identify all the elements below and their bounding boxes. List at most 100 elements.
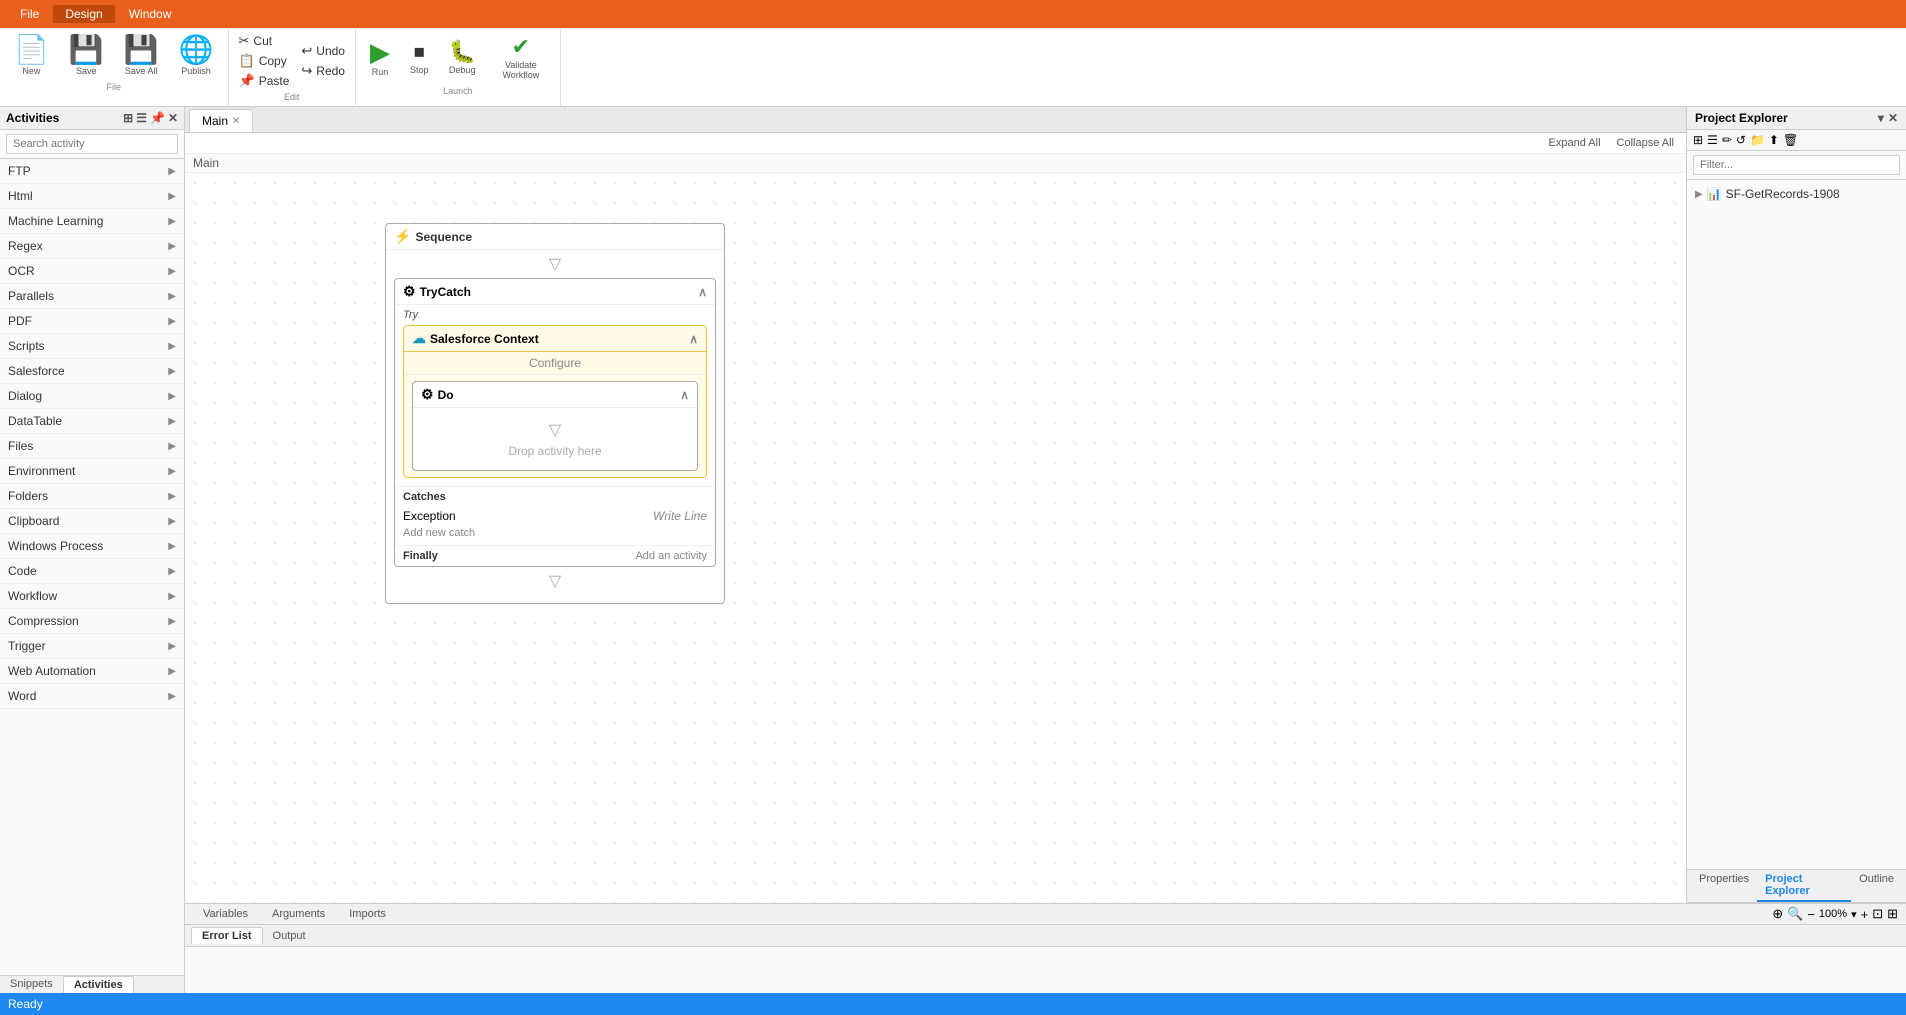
variables-tab[interactable]: Variables [193,906,258,922]
search-input[interactable] [6,134,178,154]
rp-edit-icon[interactable]: ✏ [1722,133,1732,147]
copy-button[interactable]: 📋 Copy [235,52,294,70]
rp-refresh-icon[interactable]: ↺ [1736,133,1746,147]
chevron-icon: ▶ [168,341,176,352]
activity-ocr[interactable]: OCR ▶ [0,259,184,284]
add-activity-button[interactable]: Add an activity [635,550,707,562]
rp-folder-icon[interactable]: 📁 [1750,133,1765,147]
activity-regex[interactable]: Regex ▶ [0,234,184,259]
panel-pin-icon[interactable]: 📌 [150,111,165,125]
sf-collapse-icon[interactable]: ∧ [689,332,698,346]
arguments-tab[interactable]: Arguments [262,906,335,922]
activity-folders[interactable]: Folders ▶ [0,484,184,509]
zoom-out-icon[interactable]: − [1807,907,1815,922]
save-all-icon: 💾 [124,36,159,64]
drop-zone[interactable]: ▽ Drop activity here [413,408,697,470]
undo-icon: ↩ [301,43,312,59]
activity-web-automation[interactable]: Web Automation ▶ [0,659,184,684]
activity-parallels[interactable]: Parallels ▶ [0,284,184,309]
new-button[interactable]: 📄 New [6,32,57,80]
save-button[interactable]: 💾 Save [61,32,112,80]
save-all-button[interactable]: 💾 Save All [116,32,167,80]
activity-pdf[interactable]: PDF ▶ [0,309,184,334]
expand-all-button[interactable]: Expand All [1545,135,1605,151]
undo-button[interactable]: ↩ Undo [297,42,349,60]
activities-tab[interactable]: Activities [63,976,134,993]
activity-scripts[interactable]: Scripts ▶ [0,334,184,359]
tree-item-sf[interactable]: ▶ 📊 SF-GetRecords-1908 [1691,184,1902,204]
error-list-tab[interactable]: Error List [191,927,263,944]
search-box [0,130,184,159]
outline-tab[interactable]: Outline [1851,870,1902,902]
activity-ftp[interactable]: FTP ▶ [0,159,184,184]
debug-button[interactable]: 🐛 Debug [440,37,483,79]
configure-button[interactable]: Configure [404,352,706,375]
debug-icon: 🐛 [448,41,475,63]
chevron-icon: ▶ [168,516,176,527]
cut-icon: ✂ [239,33,250,49]
activity-dialog[interactable]: Dialog ▶ [0,384,184,409]
paste-button[interactable]: 📌 Paste [235,72,294,90]
cut-button[interactable]: ✂ Cut [235,32,294,50]
menu-window[interactable]: Window [117,5,184,23]
zoom-fit-screen-icon[interactable]: ⊡ [1872,906,1883,922]
chevron-icon: ▶ [168,191,176,202]
snippets-tab[interactable]: Snippets [0,976,63,993]
rp-list-icon[interactable]: ☰ [1707,133,1718,147]
zoom-expand-icon[interactable]: ⊞ [1887,906,1898,922]
menu-file[interactable]: File [8,5,51,23]
project-explorer-tab[interactable]: Project Explorer [1757,870,1851,902]
activity-machine-learning[interactable]: Machine Learning ▶ [0,209,184,234]
stop-button[interactable]: ⏹ Stop [402,37,437,79]
activity-files[interactable]: Files ▶ [0,434,184,459]
chevron-icon: ▶ [168,666,176,677]
validate-button[interactable]: ✔ Validate Workflow [488,32,554,84]
finally-section: Finally Add an activity [395,545,715,566]
output-tab[interactable]: Output [263,928,316,944]
run-button[interactable]: ▶ Run [362,35,398,81]
activity-code[interactable]: Code ▶ [0,559,184,584]
activity-salesforce[interactable]: Salesforce ▶ [0,359,184,384]
rp-grid-icon[interactable]: ⊞ [1693,133,1703,147]
right-panel-dropdown-icon[interactable]: ▾ [1878,111,1884,125]
collapse-all-button[interactable]: Collapse All [1613,135,1678,151]
activity-clipboard[interactable]: Clipboard ▶ [0,509,184,534]
main-tab[interactable]: Main ✕ [189,109,253,132]
panel-list-icon[interactable]: ☰ [136,111,147,125]
zoom-search-icon[interactable]: 🔍 [1787,906,1803,922]
menu-design[interactable]: Design [53,5,114,23]
rp-export-icon[interactable]: ⬆ [1769,133,1779,147]
zoom-dropdown-icon[interactable]: ▾ [1851,908,1857,921]
activity-html[interactable]: Html ▶ [0,184,184,209]
activity-word[interactable]: Word ▶ [0,684,184,709]
do-collapse-icon[interactable]: ∧ [680,388,689,402]
activity-compression[interactable]: Compression ▶ [0,609,184,634]
paste-icon: 📌 [239,73,255,89]
redo-icon: ↪ [301,63,312,79]
panel-grid-icon[interactable]: ⊞ [123,111,133,125]
activity-workflow[interactable]: Workflow ▶ [0,584,184,609]
imports-tab[interactable]: Imports [339,906,396,922]
activity-datatable[interactable]: DataTable ▶ [0,409,184,434]
rp-trash-icon[interactable]: 🗑 [1783,133,1798,147]
sequence-block: ⚡ Sequence ▽ ⚙ TryCatch [385,223,725,604]
chevron-icon: ▶ [168,291,176,302]
trycatch-collapse-icon[interactable]: ∧ [698,285,707,299]
activity-environment[interactable]: Environment ▶ [0,459,184,484]
properties-tab[interactable]: Properties [1691,870,1757,902]
trycatch-block: ⚙ TryCatch ∧ Try [394,278,716,567]
right-panel-close-icon[interactable]: ✕ [1888,111,1898,125]
stop-icon: ⏹ [414,41,425,63]
zoom-fit-icon[interactable]: ⊕ [1772,906,1783,922]
zoom-in-icon[interactable]: + [1861,907,1869,922]
editor-tabs-bar: Variables Arguments Imports ⊕ 🔍 − 100% ▾… [185,904,1906,925]
add-catch-button[interactable]: Add new catch [403,525,707,541]
filter-input[interactable] [1693,155,1900,175]
canvas[interactable]: ⚡ Sequence ▽ ⚙ TryCatch [185,173,1686,903]
tab-close-icon[interactable]: ✕ [232,116,240,127]
activity-trigger[interactable]: Trigger ▶ [0,634,184,659]
redo-button[interactable]: ↪ Redo [297,62,349,80]
panel-close-icon[interactable]: ✕ [168,111,178,125]
publish-button[interactable]: 🌐 Publish [171,32,222,80]
activity-windows-process[interactable]: Windows Process ▶ [0,534,184,559]
